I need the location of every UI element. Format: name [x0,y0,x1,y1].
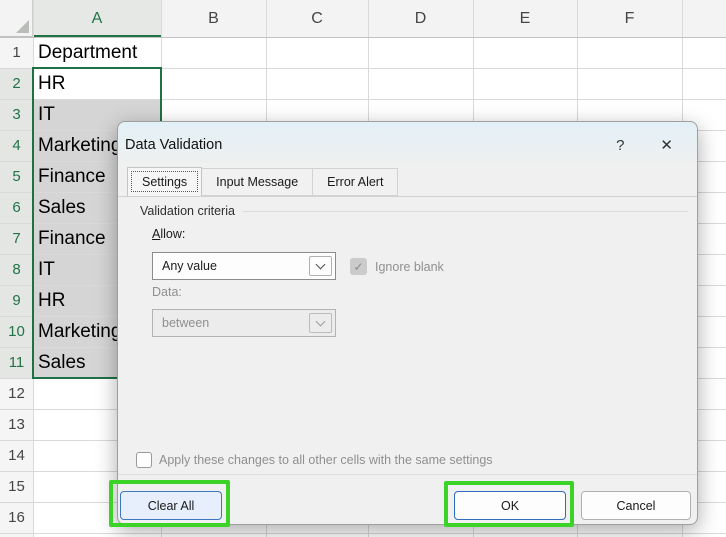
row-header-11[interactable]: 11 [0,347,33,378]
column-header-c[interactable]: C [266,0,368,37]
group-divider [243,211,688,212]
data-dropdown: between [152,309,336,337]
row-header-12[interactable]: 12 [0,378,33,409]
row-header-5[interactable]: 5 [0,161,33,192]
tab-input-message[interactable]: Input Message [202,168,313,196]
row-header-7[interactable]: 7 [0,223,33,254]
dialog-title: Data Validation [125,137,222,153]
gridline-horizontal [0,533,726,534]
cell-a2[interactable]: HR [33,68,233,99]
row-header-16[interactable]: 16 [0,502,33,533]
ignore-blank-label: Ignore blank [375,260,444,274]
column-header-b[interactable]: B [161,0,266,37]
tab-divider [118,196,697,197]
row-header-15[interactable]: 15 [0,471,33,502]
cell-a1[interactable]: Department [33,37,233,68]
select-all-corner[interactable] [0,0,33,37]
help-icon[interactable]: ? [616,137,624,154]
row-header-13[interactable]: 13 [0,409,33,440]
checkmark-icon: ✓ [353,260,363,274]
data-label: Data: [152,285,182,299]
row-header-9[interactable]: 9 [0,285,33,316]
dialog-titlebar: Data Validation ? ✕ [118,122,697,168]
tab-settings[interactable]: Settings [127,167,202,196]
validation-criteria-group: Validation criteria [140,204,688,218]
cancel-button[interactable]: Cancel [581,491,691,520]
chevron-down-icon[interactable] [309,256,332,276]
dialog-tabs: Settings Input Message Error Alert [127,168,398,196]
row-header-4[interactable]: 4 [0,130,33,161]
row-header-8[interactable]: 8 [0,254,33,285]
apply-changes-label: Apply these changes to all other cells w… [159,453,493,467]
validation-criteria-label: Validation criteria [140,204,235,218]
row-header-6[interactable]: 6 [0,192,33,223]
row-header-2[interactable]: 2 [0,68,33,99]
allow-dropdown[interactable]: Any value [152,252,336,280]
row-header-10[interactable]: 10 [0,316,33,347]
row-header-14[interactable]: 14 [0,440,33,471]
clear-all-button[interactable]: Clear All [120,491,222,520]
close-icon[interactable]: ✕ [660,136,673,154]
row-header-3[interactable]: 3 [0,99,33,130]
ok-button[interactable]: OK [454,491,566,520]
apply-changes-checkbox[interactable] [136,452,152,468]
data-validation-dialog: Data Validation ? ✕ Settings Input Messa… [117,121,698,525]
select-all-triangle-icon [16,20,29,33]
footer-divider [118,474,697,475]
allow-label: Allow: [152,227,185,241]
column-header-e[interactable]: E [473,0,577,37]
row-header-1[interactable]: 1 [0,37,33,68]
ignore-blank-checkbox: ✓ [350,258,367,275]
column-header-d[interactable]: D [368,0,473,37]
tab-error-alert[interactable]: Error Alert [313,168,398,196]
allow-dropdown-value: Any value [162,259,217,273]
data-dropdown-value: between [162,316,209,330]
column-header-f[interactable]: F [577,0,682,37]
column-header-a[interactable]: A [33,0,161,37]
chevron-down-icon [309,313,332,333]
screenshot-root: ABCDEF12345678910111213141516DepartmentH… [0,0,726,537]
